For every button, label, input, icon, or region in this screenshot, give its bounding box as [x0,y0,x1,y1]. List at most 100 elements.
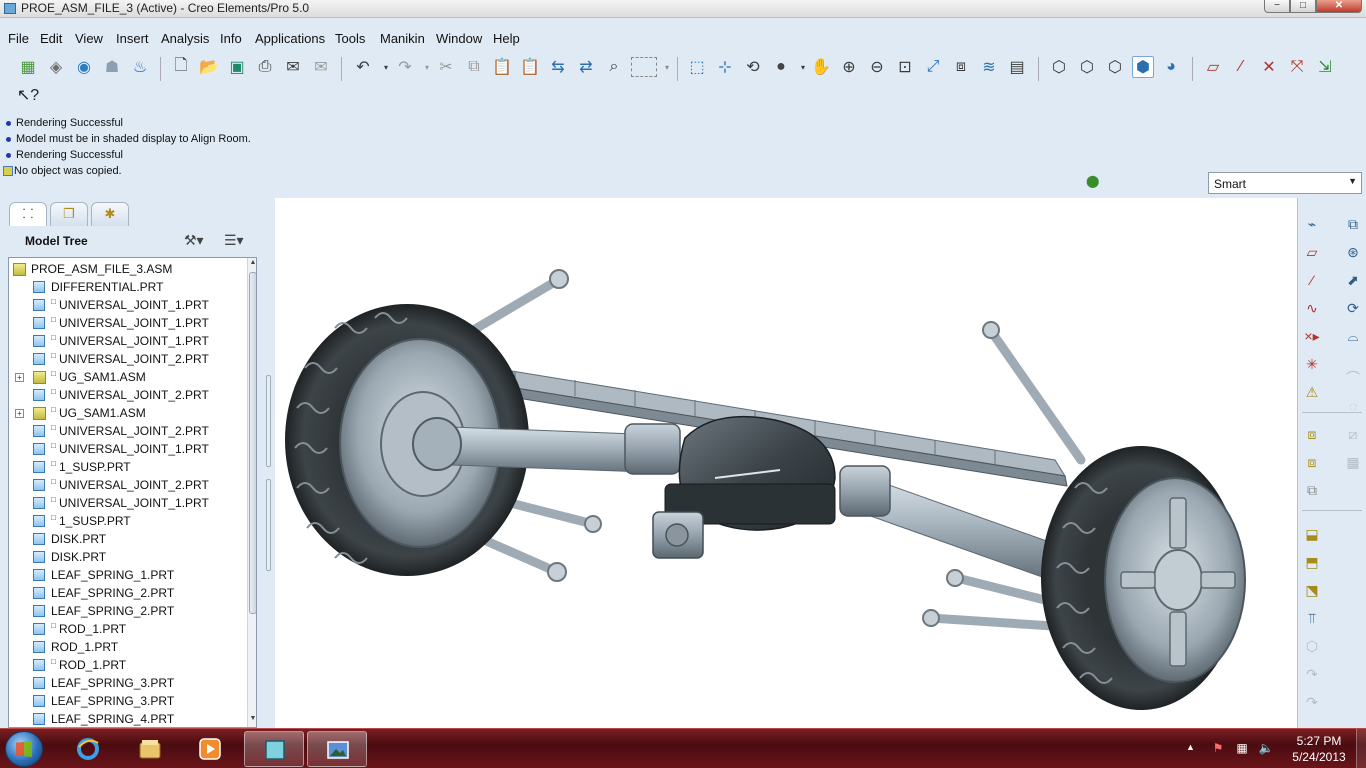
hole-tool-icon[interactable]: ▦ [1342,452,1364,472]
tree-item[interactable]: LEAF_SPRING_3.PRT [9,674,241,692]
right-axle-shaft[interactable] [839,465,1056,579]
cut-icon[interactable]: ⬓ [1301,524,1323,544]
minimize-button[interactable]: − [1264,0,1290,13]
scroll-down-icon[interactable]: ▼ [248,715,256,727]
pan-icon[interactable]: ✋ [810,56,832,78]
menu-file[interactable]: File [8,31,29,46]
copy-icon[interactable]: ⧉ [463,56,485,78]
tray-overflow-icon[interactable]: ▲ [1186,742,1195,752]
tree-item[interactable]: ROD_1.PRT [9,638,241,656]
csys-icon[interactable]: ✳ [1301,354,1323,374]
sweep-icon[interactable]: ⌓ [1342,326,1364,346]
refit-icon[interactable]: ⊡ [894,56,916,78]
graphics-window[interactable] [275,198,1297,728]
orient-mode-icon[interactable]: ⟲ [742,56,764,78]
datum-points-icon[interactable]: ✕ [1258,56,1280,78]
tab-folder-browser[interactable]: ❐ [50,202,88,226]
menu-window[interactable]: Window [436,31,482,46]
taskbar-app-media-player[interactable] [180,731,240,767]
volume-icon[interactable]: 🔈 [1258,741,1274,755]
action-center-icon[interactable]: ⚑ [1210,741,1226,755]
tree-show-icon[interactable]: ☰▾ [224,232,244,249]
datum-curve-icon[interactable]: ∿ [1301,298,1323,318]
paste-special-icon[interactable]: 📋 [519,56,541,78]
system-clock[interactable]: 5:27 PM 5/24/2013 [1284,733,1354,765]
context-help-icon[interactable]: ↖? [17,84,39,106]
select-box-icon[interactable] [631,57,657,77]
annotations-icon[interactable]: ⇲ [1314,56,1336,78]
new-file-icon[interactable]: 🗋 [170,56,192,78]
save-icon[interactable]: ▣ [226,56,248,78]
regenerate-manager-icon[interactable]: ⇄ [575,56,597,78]
datum-point-icon[interactable]: ×▸ [1301,326,1323,346]
tree-item[interactable]: DISK.PRT [9,548,241,566]
network-icon[interactable]: ▦ [1234,741,1250,755]
scroll-thumb[interactable] [249,272,256,614]
menu-manikin[interactable]: Manikin [380,31,425,46]
print-icon[interactable]: ⎙ [254,56,276,78]
tree-item[interactable]: □ ROD_1.PRT [9,620,241,638]
tree-item[interactable]: □ UNIVERSAL_JOINT_2.PRT [9,386,241,404]
spin-center-icon[interactable]: ⊹ [714,56,736,78]
email-icon[interactable]: ✉ [282,56,304,78]
tab-model-tree[interactable]: ⸬ [9,202,47,226]
sash-handle[interactable] [266,375,271,467]
sketch-tool-icon[interactable]: ⌁ [1301,214,1323,234]
datum-planes-icon[interactable]: ▱ [1202,56,1224,78]
shading-icon[interactable]: ⬢ [1132,56,1154,78]
menu-help[interactable]: Help [493,31,520,46]
close-button[interactable]: ✕ [1316,0,1362,13]
tree-scrollbar[interactable]: ▲ ▼ [247,258,256,727]
repaint-icon[interactable]: ⬚ [686,56,708,78]
show-desktop-button[interactable] [1356,729,1366,768]
tree-item[interactable]: □ UNIVERSAL_JOINT_1.PRT [9,494,241,512]
tree-item[interactable]: □ 1_SUSP.PRT [9,458,241,476]
pattern-icon[interactable]: ◌ [1342,396,1364,416]
tree-item[interactable]: □ UNIVERSAL_JOINT_2.PRT [9,350,241,368]
tree-item[interactable]: DIFFERENTIAL.PRT [9,278,241,296]
no-hidden-icon[interactable]: ⬡ [1104,56,1126,78]
tree-item[interactable]: LEAF_SPRING_2.PRT [9,584,241,602]
find-icon[interactable]: ⌕ [603,56,625,78]
start-button[interactable] [5,731,43,767]
create-component-icon[interactable]: ⧈ [1301,452,1323,472]
menu-analysis[interactable]: Analysis [161,31,209,46]
regenerate-icon[interactable]: ⇆ [547,56,569,78]
enhanced-realism-icon[interactable]: ◕ [1160,56,1182,78]
zoom-in-icon[interactable]: ⊕ [838,56,860,78]
datum-axis-icon[interactable]: ⁄ [1301,270,1323,290]
revolve-icon[interactable]: ⟳ [1342,298,1364,318]
drag-component-icon[interactable]: ⊛ [1342,242,1364,262]
layers-display-icon[interactable]: ≋ [978,56,1000,78]
tree-item[interactable]: □ 1_SUSP.PRT [9,512,241,530]
view-manager-icon[interactable]: ▤ [1006,56,1028,78]
saved-views-icon[interactable]: ⧈ [950,56,972,78]
taskbar-app-image-viewer[interactable] [307,731,367,767]
model-viewport[interactable] [275,198,1297,728]
tree-item[interactable]: LEAF_SPRING_1.PRT [9,566,241,584]
extrude-icon[interactable]: ⬈ [1342,270,1364,290]
redo-icon[interactable]: ↷ [394,56,416,78]
cut-icon[interactable]: ✂ [435,56,457,78]
display-settings-icon[interactable]: ▦ [17,56,39,78]
wireframe-icon[interactable]: ⬡ [1048,56,1070,78]
zoom-out-icon[interactable]: ⊖ [866,56,888,78]
tree-item[interactable]: □ UNIVERSAL_JOINT_1.PRT [9,314,241,332]
reorient-icon[interactable]: ⤢ [922,56,944,78]
move-component-icon[interactable]: ⧉ [1342,214,1364,234]
traffic-light-icon[interactable]: ⬤ [1086,174,1099,192]
taskbar-app-explorer[interactable] [120,731,180,767]
open-file-icon[interactable]: 📂 [198,56,220,78]
package-icon[interactable]: ⧉ [1301,480,1323,500]
tree-item[interactable]: □ UNIVERSAL_JOINT_1.PRT [9,440,241,458]
undo-icon[interactable]: ↶ [352,56,374,78]
menu-applications[interactable]: Applications [255,31,325,46]
tree-item[interactable]: LEAF_SPRING_3.PRT [9,692,241,710]
menu-tools[interactable]: Tools [335,31,365,46]
expand-icon[interactable]: + [15,408,24,418]
tree-item[interactable]: □ UNIVERSAL_JOINT_2.PRT [9,422,241,440]
paste-icon[interactable]: 📋 [491,56,513,78]
tree-settings-icon[interactable]: ⚒▾ [184,232,204,249]
menu-edit[interactable]: Edit [40,31,62,46]
tree-item[interactable]: LEAF_SPRING_4.PRT [9,710,241,727]
